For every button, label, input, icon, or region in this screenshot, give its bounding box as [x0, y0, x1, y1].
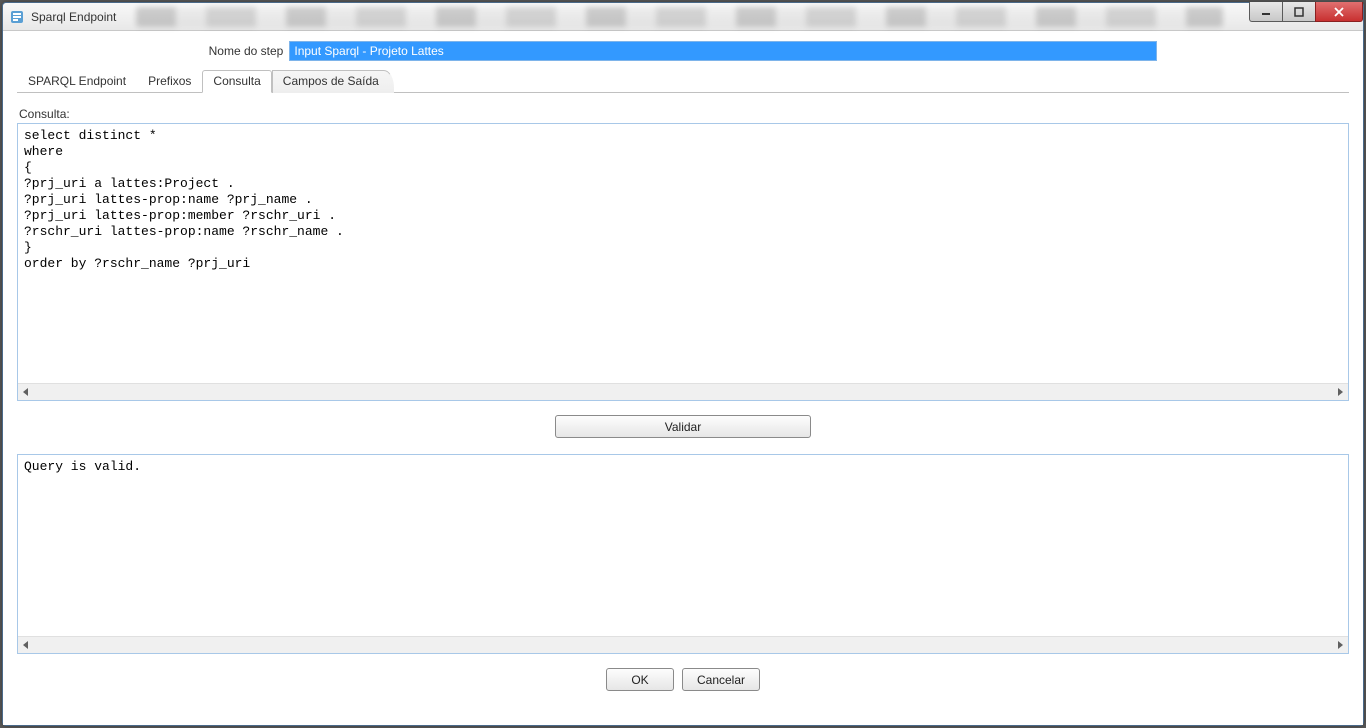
- query-label: Consulta:: [19, 107, 1349, 121]
- close-button[interactable]: [1315, 2, 1363, 22]
- dialog-button-row: OK Cancelar: [17, 654, 1349, 705]
- dialog-window: Sparql Endpoint Nome do step SPARQL Endp…: [2, 2, 1364, 726]
- app-icon: [9, 9, 25, 25]
- window-controls: [1250, 2, 1363, 22]
- maximize-button[interactable]: [1282, 2, 1316, 22]
- query-editor-wrap: [17, 123, 1349, 401]
- step-name-row: Nome do step: [17, 41, 1349, 61]
- validate-button[interactable]: Validar: [555, 415, 811, 438]
- step-name-label: Nome do step: [209, 44, 284, 58]
- step-name-input[interactable]: [289, 41, 1157, 61]
- validate-row: Validar: [17, 401, 1349, 452]
- result-horizontal-scrollbar[interactable]: [18, 636, 1348, 653]
- minimize-button[interactable]: [1249, 2, 1283, 22]
- titlebar-background-blur: [136, 7, 1223, 27]
- dialog-content: Nome do step SPARQL Endpoint Prefixos Co…: [3, 31, 1363, 725]
- result-textarea[interactable]: [18, 455, 1348, 636]
- tab-sparql-endpoint[interactable]: SPARQL Endpoint: [17, 70, 137, 93]
- window-title: Sparql Endpoint: [31, 10, 116, 24]
- titlebar[interactable]: Sparql Endpoint: [3, 3, 1363, 31]
- ok-button[interactable]: OK: [606, 668, 674, 691]
- query-textarea[interactable]: [18, 124, 1348, 383]
- tab-campos-de-saida[interactable]: Campos de Saída: [272, 70, 394, 93]
- tab-bar: SPARQL Endpoint Prefixos Consulta Campos…: [17, 69, 1349, 93]
- query-horizontal-scrollbar[interactable]: [18, 383, 1348, 400]
- tab-prefixos[interactable]: Prefixos: [137, 70, 202, 93]
- tab-consulta[interactable]: Consulta: [202, 70, 271, 93]
- result-wrap: [17, 454, 1349, 654]
- cancel-button[interactable]: Cancelar: [682, 668, 760, 691]
